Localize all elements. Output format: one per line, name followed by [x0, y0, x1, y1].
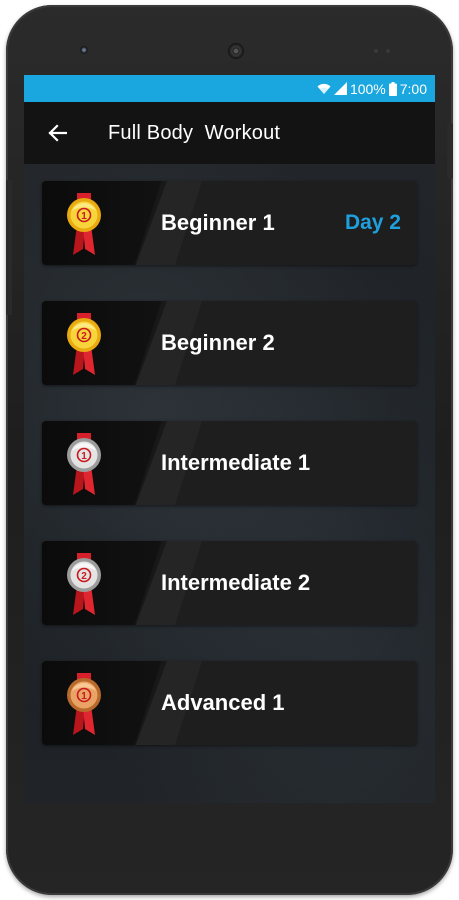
proximity-sensor — [374, 49, 378, 53]
level-card[interactable]: 1 Advanced 1 — [42, 661, 417, 745]
medal-icon: 1 — [59, 671, 109, 737]
battery-icon — [388, 81, 397, 96]
back-button[interactable] — [26, 102, 88, 164]
arrow-left-icon — [48, 124, 67, 142]
volume-button — [6, 180, 12, 315]
level-list: 1 Beginner 1 Day 2 2 Beginner 2 1 Intermediate… — [24, 164, 435, 803]
svg-text:1: 1 — [81, 691, 87, 702]
svg-text:1: 1 — [81, 211, 87, 222]
toolbar: Full Body Workout — [24, 102, 435, 164]
wifi-icon — [317, 83, 331, 95]
app-screen: 100% 7:00 Full Body Workout 1 Beginner 1 D… — [24, 75, 435, 803]
earpiece-speaker — [228, 43, 244, 59]
light-sensor — [386, 49, 390, 53]
power-button — [447, 123, 453, 179]
front-camera — [80, 46, 88, 54]
medal-icon: 2 — [59, 311, 109, 377]
level-name: Advanced 1 — [161, 690, 285, 715]
day-progress-badge: Day 2 — [344, 211, 401, 234]
level-card[interactable]: 1 Intermediate 1 — [42, 421, 417, 505]
page-title: Full Body Workout — [108, 121, 281, 144]
level-card[interactable]: 1 Beginner 1 Day 2 — [42, 181, 417, 265]
level-card[interactable]: 2 Beginner 2 — [42, 301, 417, 385]
level-name: Intermediate 1 — [161, 450, 311, 475]
level-name: Intermediate 2 — [161, 570, 311, 595]
signal-icon — [333, 82, 347, 95]
medal-icon: 1 — [59, 191, 109, 257]
svg-text:2: 2 — [81, 331, 87, 342]
svg-text:1: 1 — [81, 451, 87, 462]
level-name: Beginner 1 — [161, 210, 275, 235]
svg-text:2: 2 — [81, 571, 87, 582]
level-name: Beginner 2 — [161, 330, 275, 355]
medal-icon: 2 — [59, 551, 109, 617]
medal-icon: 1 — [59, 431, 109, 497]
status-bar: 100% 7:00 — [24, 75, 435, 102]
clock: 7:00 — [399, 80, 427, 97]
battery-level: 100% — [349, 80, 386, 97]
level-card[interactable]: 2 Intermediate 2 — [42, 541, 417, 625]
